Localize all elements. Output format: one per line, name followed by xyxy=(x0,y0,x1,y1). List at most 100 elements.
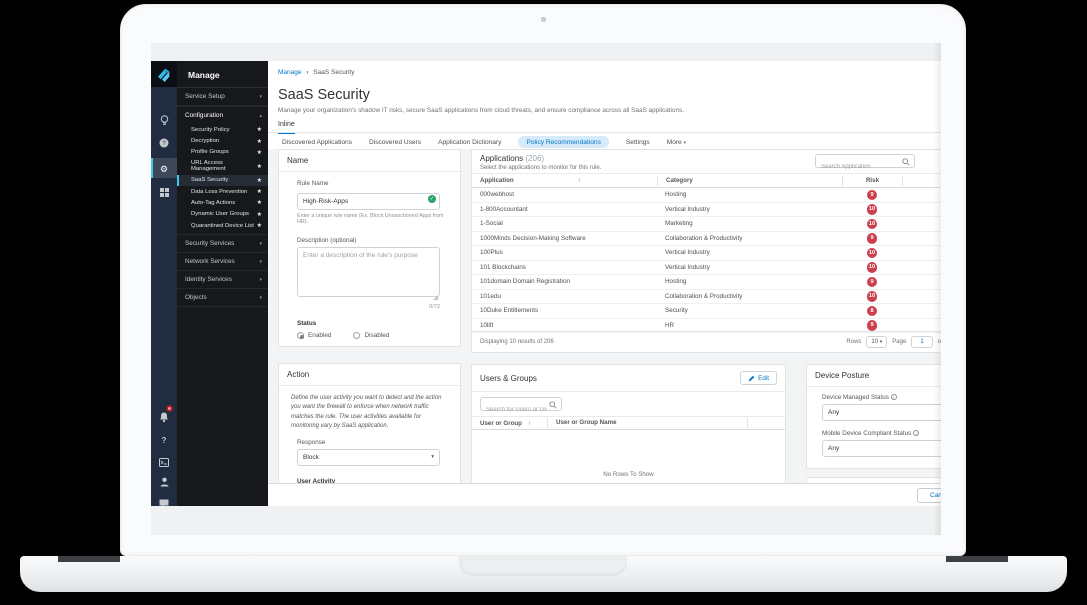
sort-asc-icon[interactable]: ↑ xyxy=(578,178,581,184)
tab[interactable]: Settings xyxy=(626,139,650,146)
col-risk[interactable]: Risk xyxy=(842,176,902,186)
table-row[interactable]: 10Duke Entitlements Security 8 xyxy=(472,304,941,319)
rule-name-help: Enter a unique rule name (Ex. Block Unsa… xyxy=(297,213,447,225)
sidebar-config-item[interactable]: Data Loss Prevention ★ xyxy=(177,186,268,197)
col-user-or-group-name[interactable]: User or Group Name xyxy=(547,418,747,428)
breadcrumb-manage-link[interactable]: Manage xyxy=(278,69,302,76)
status-radio[interactable]: Disabled xyxy=(353,332,389,339)
rule-name-input[interactable] xyxy=(297,193,440,210)
star-icon[interactable]: ★ xyxy=(257,163,262,170)
page-label: Page xyxy=(892,339,906,345)
breadcrumb-current: SaaS Security xyxy=(313,69,354,76)
applications-panel: Applications (206) Select the applicatio… xyxy=(471,149,941,353)
response-select[interactable]: Block ▾ xyxy=(297,449,440,466)
description-textarea[interactable] xyxy=(297,247,440,297)
breadcrumb-separator-icon: › xyxy=(306,69,308,76)
question-icon[interactable]: ? xyxy=(151,431,177,449)
application-search-input[interactable] xyxy=(816,161,914,173)
table-row[interactable]: 000webhost Hosting 9 xyxy=(472,188,941,203)
risk-badge: 8 xyxy=(867,306,878,317)
info-icon[interactable]: i xyxy=(913,430,919,436)
table-row[interactable]: 1000Minds Decision-Making Software Colla… xyxy=(472,232,941,247)
sidebar-config-item[interactable]: Dynamic User Groups ★ xyxy=(177,209,268,220)
star-icon[interactable]: ★ xyxy=(257,126,262,133)
sidebar-section[interactable]: Network Services ▾ xyxy=(177,253,268,271)
sidebar-section[interactable]: Security Services ▾ xyxy=(177,235,268,253)
sidebar-config-item[interactable]: SaaS Security ★ xyxy=(177,175,268,186)
star-icon[interactable]: ★ xyxy=(257,177,262,184)
status-radio-group: Enabled Disabled xyxy=(297,332,448,339)
brand-logo[interactable] xyxy=(151,61,177,87)
col-category[interactable]: Category xyxy=(657,176,842,186)
users-groups-search xyxy=(480,397,562,411)
tab[interactable]: Policy Recommendations xyxy=(518,136,608,148)
star-icon[interactable]: ★ xyxy=(257,199,262,206)
action-footer-bar: Cancel xyxy=(268,483,941,506)
applications-table-header: Application ↑ Category Risk xyxy=(472,174,941,188)
page-input[interactable]: 1 xyxy=(911,336,932,348)
sidebar-config-item[interactable]: URL Access Management ★ xyxy=(177,158,268,174)
search-icon xyxy=(902,158,910,166)
terminal-card-icon[interactable] xyxy=(151,453,177,471)
description-label: Description (optional) xyxy=(297,237,448,244)
help-circle-icon[interactable]: ? xyxy=(151,134,177,152)
table-row[interactable]: 101 Blockchains Vertical Industry 10 xyxy=(472,261,941,276)
sidebar-config-item[interactable]: Security Policy ★ xyxy=(177,124,268,135)
resize-handle[interactable] xyxy=(433,295,438,300)
sidebar-config-item[interactable]: Profile Groups ★ xyxy=(177,147,268,158)
sidebar-section-configuration[interactable]: Configuration ▴ xyxy=(177,106,268,124)
app-window: ? ⚙ 6 ? xyxy=(151,43,941,535)
star-icon[interactable]: ★ xyxy=(257,222,262,229)
device-posture-panel: Device Posture Device Managed Statusi An… xyxy=(806,364,941,469)
sort-asc-icon[interactable]: ↑ xyxy=(528,421,531,427)
page-subtitle: Manage your organization's shadow IT ris… xyxy=(278,107,684,114)
col-application: Application xyxy=(480,177,514,184)
tab-more[interactable]: More ▾ xyxy=(667,139,686,146)
sidebar-menu: Manage Service Setup ▾ Configuration ▴ S… xyxy=(177,61,268,518)
dashboard-icon[interactable] xyxy=(151,183,177,201)
device-posture-select[interactable]: Any xyxy=(822,404,941,421)
gear-icon[interactable]: ⚙ xyxy=(151,159,177,179)
sidebar-bottom-sections: Security Services ▾ Network Services ▾ I… xyxy=(177,234,268,307)
table-row[interactable]: 100Plus Vertical Industry 10 xyxy=(472,246,941,261)
bulb-icon[interactable] xyxy=(151,111,177,129)
risk-badge: 9 xyxy=(867,233,878,244)
star-icon[interactable]: ★ xyxy=(257,138,262,145)
tab[interactable]: Discovered Applications xyxy=(282,139,352,146)
risk-badge: 9 xyxy=(867,320,878,331)
star-icon[interactable]: ★ xyxy=(257,211,262,218)
tab[interactable]: Discovered Users xyxy=(369,139,421,146)
sidebar-config-item[interactable]: Auto-Tag Actions ★ xyxy=(177,197,268,208)
sidebar-section[interactable]: Objects ▾ xyxy=(177,289,268,307)
table-row[interactable]: 1-800Accountant Vertical Industry 10 xyxy=(472,203,941,218)
table-row[interactable]: 101edu Collaboration & Productivity 10 xyxy=(472,290,941,305)
tab[interactable]: Application Dictionary xyxy=(438,139,501,146)
sidebar-config-item[interactable]: Decryption ★ xyxy=(177,135,268,146)
chevron-down-icon: ▾ xyxy=(259,259,262,265)
star-icon[interactable]: ★ xyxy=(257,149,262,156)
users-groups-title: Users & Groups xyxy=(480,374,537,383)
chevron-down-icon: ▾ xyxy=(431,454,434,460)
table-row[interactable]: 1-Social Marketing 10 xyxy=(472,217,941,232)
page: ? ⚙ 6 ? xyxy=(0,0,1087,605)
sidebar-section[interactable]: Identity Services ▾ xyxy=(177,271,268,289)
risk-badge: 10 xyxy=(867,248,878,259)
sidebar-title: Manage xyxy=(177,61,268,88)
edit-button[interactable]: Edit xyxy=(740,371,777,385)
person-icon[interactable] xyxy=(151,473,177,491)
sidebar-config-item[interactable]: Quarantined Device List ★ xyxy=(177,220,268,231)
results-summary: Displaying 10 results of 206 xyxy=(472,339,554,345)
table-row[interactable]: 101domain Domain Registration Hosting 9 xyxy=(472,275,941,290)
status-radio[interactable]: Enabled xyxy=(297,332,331,339)
cancel-button[interactable]: Cancel xyxy=(917,488,941,503)
star-icon[interactable]: ★ xyxy=(257,188,262,195)
device-posture-title: Device Posture xyxy=(815,371,869,380)
info-icon[interactable]: i xyxy=(891,394,897,400)
device-posture-select[interactable]: Any xyxy=(822,440,941,457)
bell-icon[interactable]: 6 xyxy=(151,408,177,426)
rows-per-page-select[interactable]: 10 ▾ xyxy=(866,336,887,348)
sidebar-section-service-setup[interactable]: Service Setup ▾ xyxy=(177,88,268,106)
radio-icon xyxy=(353,332,360,339)
radio-icon xyxy=(297,332,304,339)
laptop-hinge-left xyxy=(58,556,120,562)
